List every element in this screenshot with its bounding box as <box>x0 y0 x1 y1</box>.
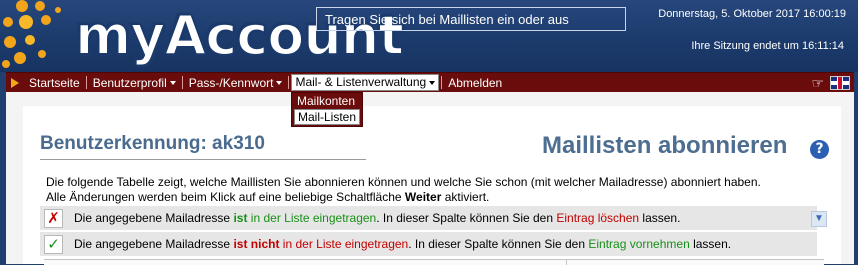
logo-dots-icon <box>2 0 61 68</box>
nav-item-label: Mail- & Listenverwaltung <box>295 75 427 89</box>
nav-item-kennwort[interactable]: Pass-/Kennwort <box>185 76 287 90</box>
header: myAccount Tragen Sie sich bei Maillisten… <box>0 0 858 72</box>
legend-text-part: . In dieser Spalte können Sie den <box>376 211 557 225</box>
intro-emphasis: Weiter <box>404 190 442 204</box>
user-id: Benutzerkennung: ak310 <box>40 133 265 154</box>
chevron-down-icon <box>276 81 283 86</box>
nav-divider <box>85 76 87 89</box>
nav-divider <box>441 76 443 89</box>
table-column-divider <box>566 260 567 265</box>
legend-action: Eintrag löschen <box>556 211 640 225</box>
help-icon[interactable]: ? <box>810 140 829 159</box>
legend-row-add: ✓ Die angegebene Mailadresse ist nicht i… <box>40 232 817 256</box>
main-nav: Startseite Benutzerprofil Pass-/Kennwort… <box>6 72 854 93</box>
nav-item-listenverwaltung[interactable]: Mail- & Listenverwaltung <box>291 74 440 91</box>
legend-action: Eintrag vornehmen <box>588 237 690 251</box>
legend-text: Die angegebene Mailadresse ist in der Li… <box>74 206 680 230</box>
current-date: Donnerstag, 5. Oktober 2017 16:00:19 <box>658 8 846 20</box>
legend-highlight: ist <box>233 211 248 225</box>
pointing-hand-icon[interactable]: ☞ <box>811 76 824 90</box>
nav-item-label: Pass-/Kennwort <box>188 75 274 90</box>
check-icon: ✓ <box>44 235 63 254</box>
legend-text-part: . In dieser Spalte können Sie den <box>408 237 589 251</box>
legend-text-part: lassen. <box>689 237 732 251</box>
uk-flag-icon[interactable] <box>830 75 850 90</box>
nav-item-benutzerprofil[interactable]: Benutzerprofil <box>89 76 180 90</box>
legend-highlight: in der Liste eingetragen <box>279 237 409 251</box>
nav-right-tools: ☞ <box>811 75 850 90</box>
intro-line-1: Die folgende Tabelle zeigt, welche Maill… <box>46 175 761 189</box>
lists-table <box>44 259 824 265</box>
chevron-down-icon <box>169 81 176 86</box>
cross-icon: ✗ <box>44 209 63 228</box>
nav-divider <box>181 76 183 89</box>
legend-highlight: ist nicht <box>233 237 280 251</box>
divider <box>40 159 366 160</box>
chevron-down-icon <box>429 80 436 85</box>
menu-item-mail-listen[interactable]: Mail-Listen <box>294 109 361 125</box>
nav-arrow-icon <box>11 77 19 88</box>
legend-text: Die angegebene Mailadresse ist nicht in … <box>74 232 731 256</box>
page-title: Maillisten abonnieren <box>542 132 788 159</box>
legend-text-part: Die angegebene Mailadresse <box>74 237 234 251</box>
intro-text-part: aktiviert. <box>441 190 490 204</box>
nav-divider <box>288 76 290 89</box>
nav-item-startseite[interactable]: Startseite <box>25 76 84 90</box>
legend-row-remove: ✗ Die angegebene Mailadresse ist in der … <box>40 206 817 230</box>
legend-text-part: lassen. <box>639 211 681 225</box>
intro-text-part: Alle Änderungen werden beim Klick auf ei… <box>46 190 405 204</box>
page-topic: Tragen Sie sich bei Maillisten ein oder … <box>316 7 626 31</box>
chevron-down-icon[interactable]: ▼ <box>811 211 827 227</box>
legend-highlight: in der Liste eingetragen <box>247 211 377 225</box>
nav-dropdown-menu: Mailkonten Mail-Listen <box>291 92 364 127</box>
menu-item-mailkonten[interactable]: Mailkonten <box>294 94 360 108</box>
nav-item-label: Benutzerprofil <box>92 75 167 90</box>
session-end: Ihre Sitzung endet um 16:11:14 <box>691 40 844 52</box>
nav-item-abmelden[interactable]: Abmelden <box>444 76 506 90</box>
legend-text-part: Die angegebene Mailadresse <box>74 211 234 225</box>
intro-text: Die folgende Tabelle zeigt, welche Maill… <box>46 175 826 205</box>
intro-line-2: Alle Änderungen werden beim Klick auf ei… <box>46 190 826 205</box>
